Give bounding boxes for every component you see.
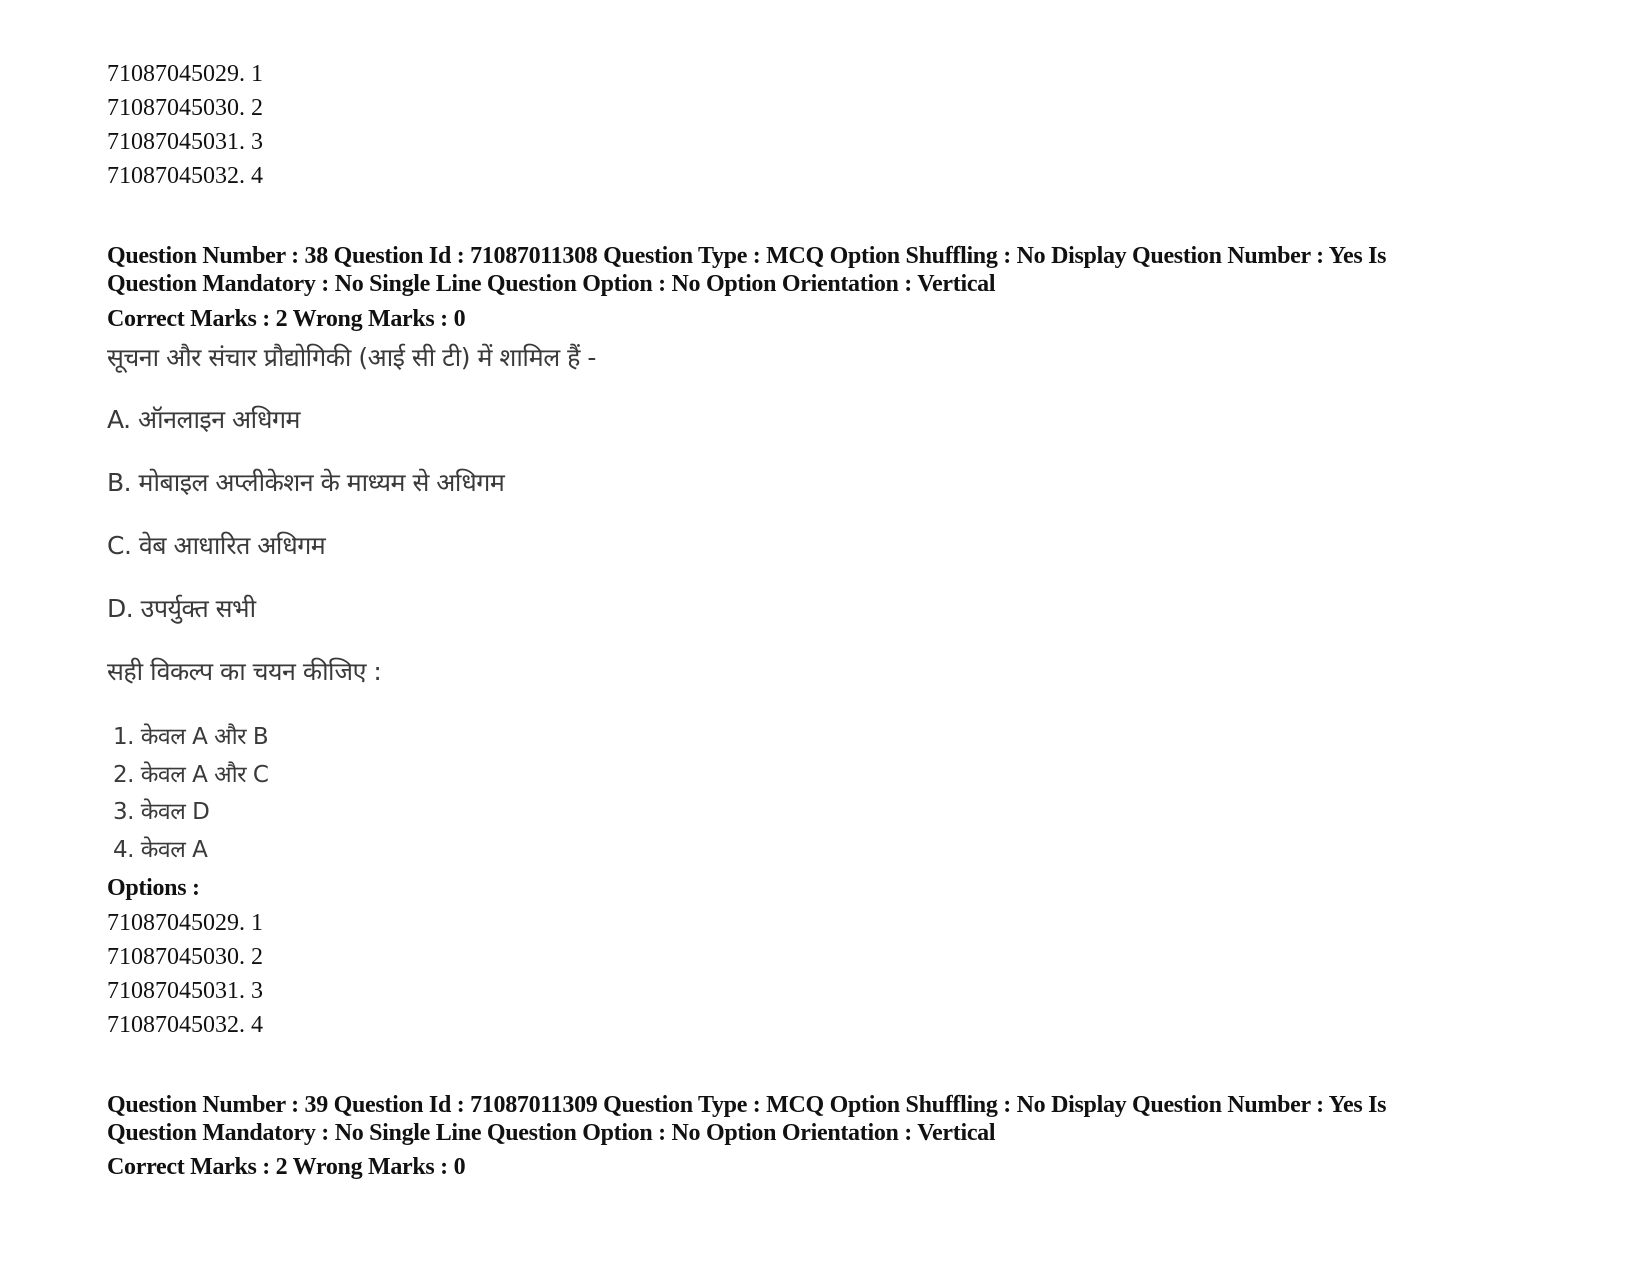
- choice-1: 1. केवल A और B: [113, 724, 269, 750]
- question-marks: Correct Marks : 2 Wrong Marks : 0: [107, 306, 466, 332]
- question-header-line2: Question Mandatory : No Single Line Ques…: [107, 1120, 996, 1146]
- statement-a: A. ऑनलाइन अधिगम: [107, 405, 301, 434]
- option-id-line: 71087045032. 4: [107, 163, 263, 189]
- question-instruction: सही विकल्प का चयन कीजिए :: [107, 657, 382, 686]
- question-header-line1: Question Number : 38 Question Id : 71087…: [107, 243, 1387, 269]
- choice-2: 2. केवल A और C: [113, 762, 269, 788]
- question-header-line2: Question Mandatory : No Single Line Ques…: [107, 271, 996, 297]
- option-id-line: 71087045031. 3: [107, 129, 263, 155]
- statement-c: C. वेब आधारित अधिगम: [107, 531, 326, 560]
- option-id-line: 71087045030. 2: [107, 944, 263, 970]
- option-id-line: 71087045030. 2: [107, 95, 263, 121]
- option-id-line: 71087045029. 1: [107, 61, 263, 87]
- question-header-line1: Question Number : 39 Question Id : 71087…: [107, 1092, 1387, 1118]
- option-id-line: 71087045032. 4: [107, 1012, 263, 1038]
- choice-4: 4. केवल A: [113, 837, 208, 863]
- question-text: सूचना और संचार प्रौद्योगिकी (आई सी टी) म…: [107, 343, 596, 372]
- options-label: Options :: [107, 875, 200, 901]
- choice-3: 3. केवल D: [113, 799, 210, 825]
- statement-b: B. मोबाइल अप्लीकेशन के माध्यम से अधिगम: [107, 468, 505, 497]
- option-id-line: 71087045029. 1: [107, 910, 263, 936]
- option-id-line: 71087045031. 3: [107, 978, 263, 1004]
- question-marks: Correct Marks : 2 Wrong Marks : 0: [107, 1154, 466, 1180]
- statement-d: D. उपर्युक्त सभी: [107, 594, 256, 623]
